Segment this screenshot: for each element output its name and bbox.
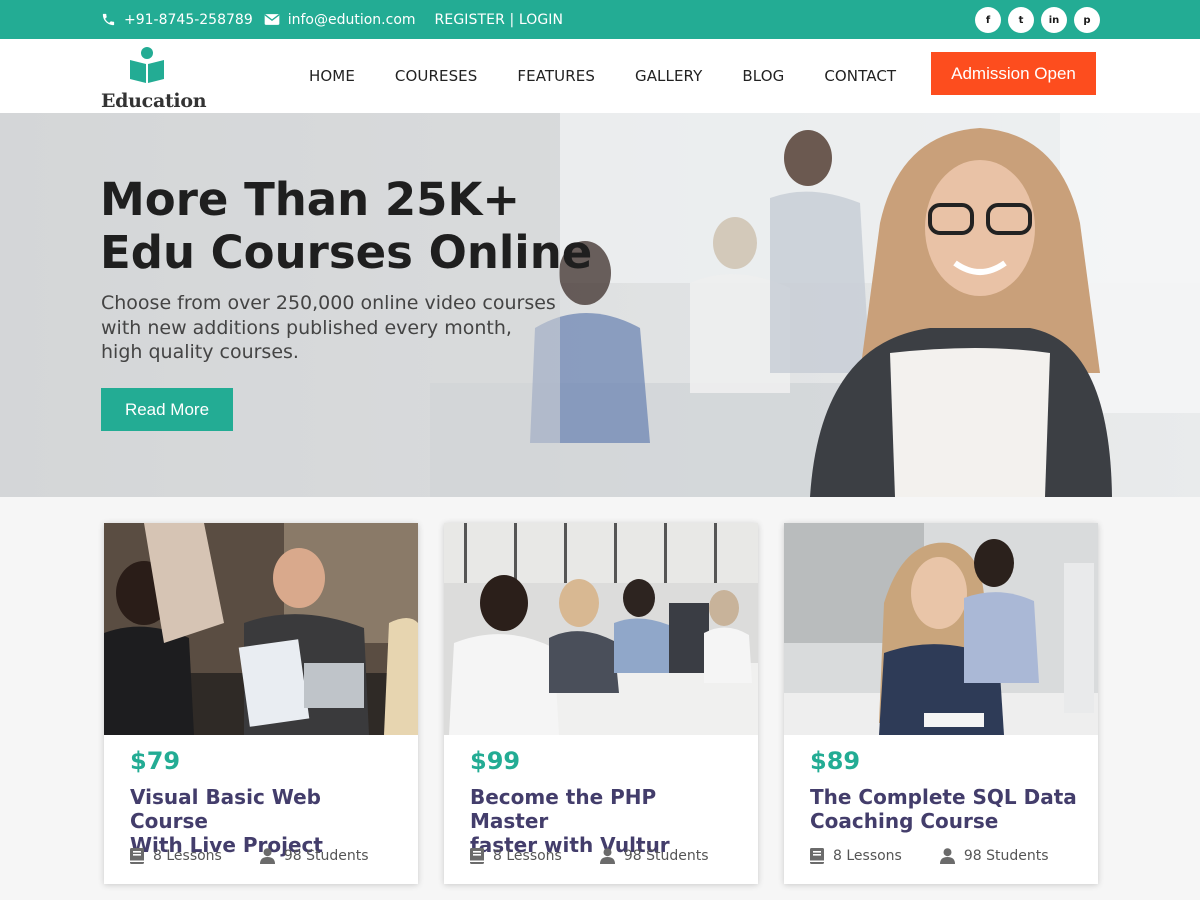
phone-number: +91-8745-258789: [124, 11, 253, 28]
nav-contact[interactable]: CONTACT: [824, 67, 896, 85]
lessons-label: 8 Lessons: [153, 848, 222, 864]
site-logo[interactable]: Education: [101, 46, 207, 112]
lessons-count: 8 Lessons: [470, 848, 562, 864]
lessons-label: 8 Lessons: [833, 848, 902, 864]
social-links: f t in p: [975, 7, 1100, 33]
course-title-line-1: The Complete SQL Data: [810, 785, 1077, 809]
lessons-label: 8 Lessons: [493, 848, 562, 864]
course-title-line-1: Become the PHP Master: [470, 785, 657, 833]
nav-home[interactable]: HOME: [309, 67, 355, 85]
course-image: [444, 523, 758, 735]
nav-features[interactable]: FEATURES: [517, 67, 595, 85]
nav-gallery[interactable]: GALLERY: [635, 67, 702, 85]
lessons-count: 8 Lessons: [130, 848, 222, 864]
course-price: $99: [470, 747, 521, 775]
hero-subtitle: Choose from over 250,000 online video co…: [101, 291, 561, 365]
book-reader-icon: [130, 47, 164, 83]
course-meta: 8 Lessons 98 Students: [810, 848, 1049, 864]
facebook-icon[interactable]: f: [975, 7, 1001, 33]
book-icon: [810, 848, 824, 864]
user-icon: [939, 848, 955, 864]
course-card[interactable]: $89 The Complete SQL Data Coaching Cours…: [784, 523, 1098, 884]
contact-info: +91-8745-258789 info@edution.com REGISTE…: [101, 0, 563, 39]
hero-title: More Than 25K+ Edu Courses Online: [100, 173, 660, 279]
course-card[interactable]: $79 Visual Basic Web Course With Live Pr…: [104, 523, 418, 884]
register-login-link[interactable]: REGISTER | LOGIN: [435, 12, 564, 28]
top-bar: +91-8745-258789 info@edution.com REGISTE…: [0, 0, 1200, 39]
students-label: 98 Students: [963, 848, 1049, 864]
twitter-icon[interactable]: t: [1008, 7, 1034, 33]
course-meta: 8 Lessons 98 Students: [130, 848, 369, 864]
main-nav: HOME COURESES FEATURES GALLERY BLOG CONT…: [289, 39, 916, 113]
course-price: $79: [130, 747, 181, 775]
hero-section: More Than 25K+ Edu Courses Online Choose…: [0, 113, 1200, 497]
students-label: 98 Students: [283, 848, 369, 864]
course-title-line-1: Visual Basic Web Course: [130, 785, 321, 833]
nav-courses[interactable]: COURESES: [395, 67, 477, 85]
user-icon: [599, 848, 615, 864]
email-link[interactable]: info@edution.com: [264, 12, 416, 28]
book-icon: [130, 848, 144, 864]
course-title[interactable]: Become the PHP Master faster with Vultur: [470, 785, 740, 857]
lessons-count: 8 Lessons: [810, 848, 902, 864]
course-price: $89: [810, 747, 861, 775]
hero-title-line-2: Edu Courses Online: [100, 226, 593, 279]
course-meta: 8 Lessons 98 Students: [470, 848, 709, 864]
pinterest-icon[interactable]: p: [1074, 7, 1100, 33]
book-icon: [470, 848, 484, 864]
hero-title-line-1: More Than 25K+: [100, 173, 521, 226]
envelope-icon: [264, 14, 280, 25]
logo-text: Education: [101, 90, 207, 112]
hero-subtitle-line-3: high quality courses.: [101, 341, 299, 363]
course-title[interactable]: Visual Basic Web Course With Live Projec…: [130, 785, 400, 857]
students-count: 98 Students: [599, 848, 709, 864]
students-count: 98 Students: [259, 848, 369, 864]
phone-link[interactable]: +91-8745-258789: [101, 12, 253, 28]
email-address: info@edution.com: [287, 11, 416, 28]
site-header: Education HOME COURESES FEATURES GALLERY…: [0, 39, 1200, 113]
hero-subtitle-line-2: with new additions published every month…: [101, 316, 512, 339]
linkedin-icon[interactable]: in: [1041, 7, 1067, 33]
course-card[interactable]: $99 Become the PHP Master faster with Vu…: [444, 523, 758, 884]
nav-blog[interactable]: BLOG: [742, 67, 784, 85]
admission-open-button[interactable]: Admission Open: [931, 52, 1096, 95]
user-icon: [259, 848, 275, 864]
students-label: 98 Students: [623, 848, 709, 864]
course-title-line-2: Coaching Course: [810, 809, 999, 833]
hero-subtitle-line-1: Choose from over 250,000 online video co…: [101, 292, 556, 314]
course-image: [784, 523, 1098, 735]
phone-icon: [102, 13, 115, 26]
students-count: 98 Students: [939, 848, 1049, 864]
course-title[interactable]: The Complete SQL Data Coaching Course: [810, 785, 1080, 833]
course-image: [104, 523, 418, 735]
read-more-button[interactable]: Read More: [101, 388, 233, 431]
